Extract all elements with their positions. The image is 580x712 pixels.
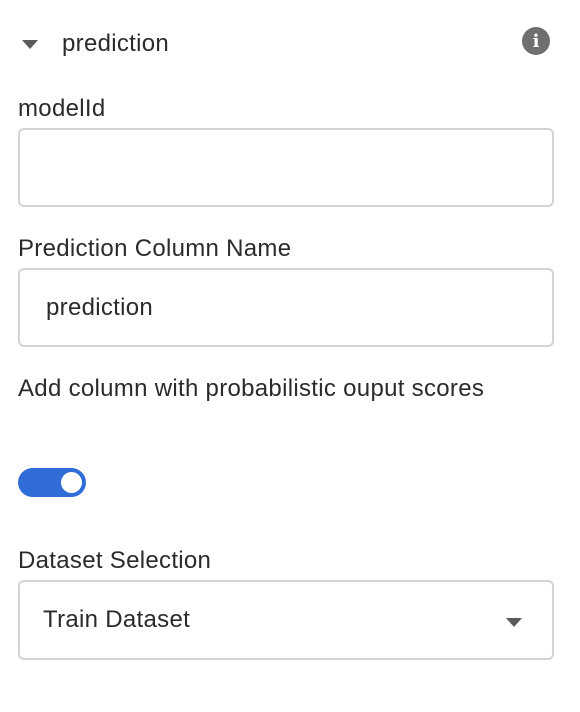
info-icon-glyph: i [532, 30, 540, 52]
probabilistic-scores-toggle[interactable] [18, 468, 86, 497]
section-title: prediction [62, 30, 170, 57]
model-id-input[interactable] [18, 128, 554, 207]
info-icon[interactable]: i [522, 27, 550, 55]
section-header-prediction[interactable]: prediction i [18, 24, 554, 64]
prediction-column-name-input[interactable] [18, 268, 554, 347]
toggle-knob [61, 472, 82, 493]
prediction-column-name-label: Prediction Column Name [18, 235, 292, 262]
dataset-selection-value: Train Dataset [43, 606, 191, 633]
model-id-label: modelId [18, 95, 106, 122]
chevron-down-icon [506, 618, 522, 627]
probabilistic-scores-label: Add column with probabilistic ouput scor… [18, 375, 485, 402]
chevron-down-icon[interactable] [22, 39, 38, 49]
dataset-selection-dropdown[interactable]: Train Dataset [18, 580, 554, 660]
prediction-settings-panel: prediction i modelId Prediction Column N… [0, 0, 580, 712]
dataset-selection-label: Dataset Selection [18, 547, 212, 574]
